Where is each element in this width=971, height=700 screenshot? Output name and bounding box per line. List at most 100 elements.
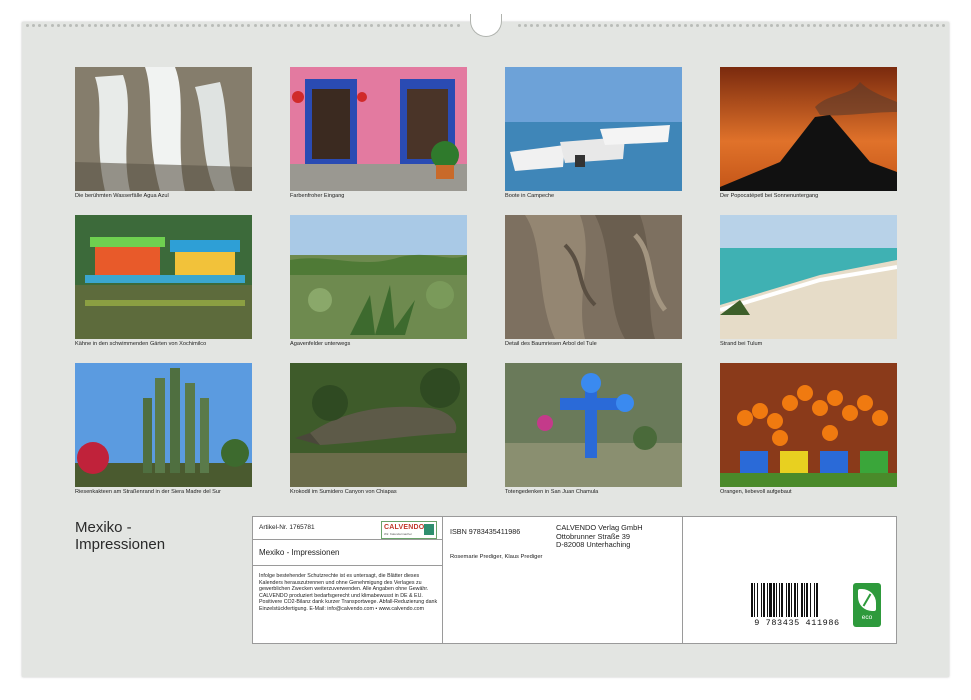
binding-ring — [136, 24, 140, 27]
binding-ring — [794, 24, 798, 27]
binding-ring — [93, 24, 97, 27]
photo-caption: Riesenkakteen am Straßenrand in der Sier… — [75, 489, 221, 495]
photo-caption: Krokodil im Sumidero Canyon von Chiapas — [290, 489, 397, 495]
calvendo-logo: CALVENDO Wir. Kalendermacher — [381, 521, 437, 539]
binding-ring — [105, 24, 109, 27]
binding-ring — [893, 24, 897, 27]
barcode-bar — [788, 583, 790, 617]
binding-ring — [923, 24, 927, 27]
barcode-bar — [767, 583, 768, 617]
binding-ring — [167, 24, 171, 27]
binding-ring — [222, 24, 226, 27]
binding-ring — [850, 24, 854, 27]
binding-ring — [382, 24, 386, 27]
barcode-bar — [773, 583, 775, 617]
binding-ring — [419, 24, 423, 27]
binding-ring — [628, 24, 632, 27]
binding-ring — [149, 24, 152, 27]
binding-ring — [308, 24, 312, 27]
binding-ring — [813, 24, 817, 27]
binding-ring — [179, 24, 183, 27]
binding-ring — [757, 24, 761, 27]
binding-ring — [376, 24, 380, 27]
binding-ring — [358, 24, 362, 27]
binding-ring — [265, 24, 269, 27]
binding-ring — [192, 24, 196, 27]
binding-ring — [585, 24, 589, 27]
photo-entrance — [290, 67, 467, 191]
binding-ring — [819, 24, 823, 27]
binding-ring — [401, 24, 405, 27]
photo-caption: Boote in Campeche — [505, 193, 555, 199]
binding-ring — [216, 24, 220, 27]
binding-ring — [296, 24, 300, 27]
binding-ring — [253, 24, 257, 27]
photo-boats — [505, 67, 682, 191]
binding-ring — [518, 24, 521, 27]
binding-ring — [733, 24, 737, 27]
binding-ring — [142, 24, 146, 27]
binding-ring — [641, 24, 644, 27]
binding-ring — [155, 24, 159, 27]
binding-ring — [634, 24, 638, 27]
binding-ring — [708, 24, 712, 27]
barcode-bar — [781, 583, 783, 617]
authors: Rosemarie Prediger, Klaus Prediger — [450, 554, 543, 560]
binding-ring — [38, 24, 42, 27]
barcode-bar — [769, 583, 772, 617]
publisher-city: D-82008 Unterhaching — [556, 540, 631, 550]
binding-ring — [44, 24, 48, 27]
binding-ring — [911, 24, 915, 27]
photo-oranges — [720, 363, 897, 487]
isbn: ISBN 9783435411986 — [450, 527, 521, 536]
binding-ring — [788, 24, 792, 27]
binding-ring — [604, 24, 608, 27]
photo-caption: Die berühmten Wasserfälle Agua Azul — [75, 193, 169, 199]
binding-ring — [770, 24, 774, 27]
leaf-icon — [858, 589, 876, 611]
binding-ring — [727, 24, 731, 27]
binding-ring — [807, 24, 811, 27]
binding-ring — [339, 24, 343, 27]
barcode-bar — [810, 583, 811, 617]
binding-ring — [69, 24, 73, 27]
binding-ring — [247, 24, 251, 27]
binding-ring — [542, 24, 546, 27]
photo-beach — [720, 215, 897, 339]
eco-badge: eco — [853, 583, 881, 627]
binding-ring — [567, 24, 571, 27]
binding-ring — [764, 24, 767, 27]
binding-ring — [210, 24, 214, 27]
binding-ring — [880, 24, 884, 27]
binding-ring — [536, 24, 540, 27]
binding-ring — [118, 24, 122, 27]
binding-ring — [548, 24, 552, 27]
photo-cactus — [75, 363, 252, 487]
binding-ring — [720, 24, 724, 27]
binding-ring — [81, 24, 85, 27]
barcode-bar — [804, 583, 805, 617]
binding-ring — [837, 24, 841, 27]
logo-wordmark: CALVENDO — [384, 524, 425, 531]
binding-ring — [690, 24, 694, 27]
binding-ring — [899, 24, 903, 27]
barcode-bar — [797, 583, 798, 617]
binding-ring — [616, 24, 620, 27]
photo-caption: Orangen, liebevoll aufgebaut — [720, 489, 792, 495]
title-line-1: Mexiko - — [75, 519, 132, 536]
binding-ring — [259, 24, 263, 27]
binding-ring — [782, 24, 786, 27]
binding-ring — [62, 24, 66, 27]
binding-ring — [714, 24, 718, 27]
binding-ring — [290, 24, 294, 27]
binding-ring — [930, 24, 934, 27]
binding-ring — [936, 24, 940, 27]
binding-ring — [696, 24, 700, 27]
binding-ring — [235, 24, 239, 27]
barcode-bar — [776, 583, 777, 617]
barcode-bar — [763, 583, 765, 617]
binding-ring — [591, 24, 595, 27]
barcode-bars — [751, 583, 818, 617]
binding-ring — [425, 24, 429, 27]
barcode-number: 9 783435 411986 — [754, 618, 840, 628]
